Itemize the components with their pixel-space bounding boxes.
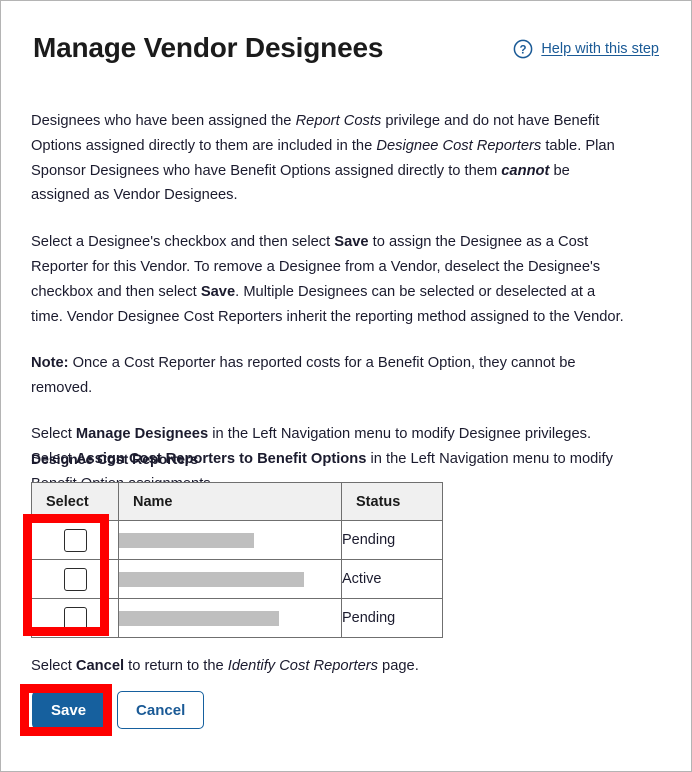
row-select-checkbox[interactable] [63,567,87,591]
paragraph-select-instructions: Select a Designee's checkbox and then se… [31,234,624,325]
question-circle-icon: ? [513,39,533,59]
table-row: Pending [31,520,443,560]
column-header-status: Status [341,482,443,521]
footer-note: Select Cancel to return to the Identify … [31,658,419,674]
page-title: Manage Vendor Designees [33,32,384,63]
column-header-name: Name [118,482,342,521]
table-body: Pending Active Pending [31,520,443,638]
cell-select [31,559,119,599]
table-header-row: Select Name Status [31,482,443,521]
redacted-name [119,571,304,587]
cell-status: Active [341,559,443,599]
svg-text:?: ? [520,44,527,56]
cell-status: Pending [341,520,443,560]
page-container: Manage Vendor Designees ? Help with this… [0,0,692,772]
row-select-checkbox[interactable] [63,528,87,552]
paragraph-designee-eligibility: Designees who have been assigned the Rep… [31,113,615,204]
cell-name [118,520,342,560]
cancel-button[interactable]: Cancel [117,691,205,729]
table-row: Pending [31,598,443,638]
table-head: Select Name Status [31,482,443,521]
redacted-name [119,532,254,548]
row-select-checkbox[interactable] [63,606,87,630]
designee-cost-reporters-table: Select Name Status Pending Active Pending [31,482,443,638]
table-label: Designee Cost Reporters [31,451,199,467]
cell-status: Pending [341,598,443,638]
cell-name [118,598,342,638]
table-row: Active [31,559,443,599]
button-row: Save Cancel [32,691,205,729]
paragraph-note: Note: Once a Cost Reporter has reported … [31,355,576,397]
redacted-name [119,610,279,626]
column-header-select: Select [31,482,119,521]
help-with-this-step[interactable]: ? Help with this step [513,39,659,59]
cell-select [31,520,119,560]
help-link[interactable]: Help with this step [541,41,659,57]
cell-name [118,559,342,599]
save-button[interactable]: Save [32,691,106,729]
cell-select [31,598,119,638]
page-header: Manage Vendor Designees ? Help with this… [33,31,659,77]
